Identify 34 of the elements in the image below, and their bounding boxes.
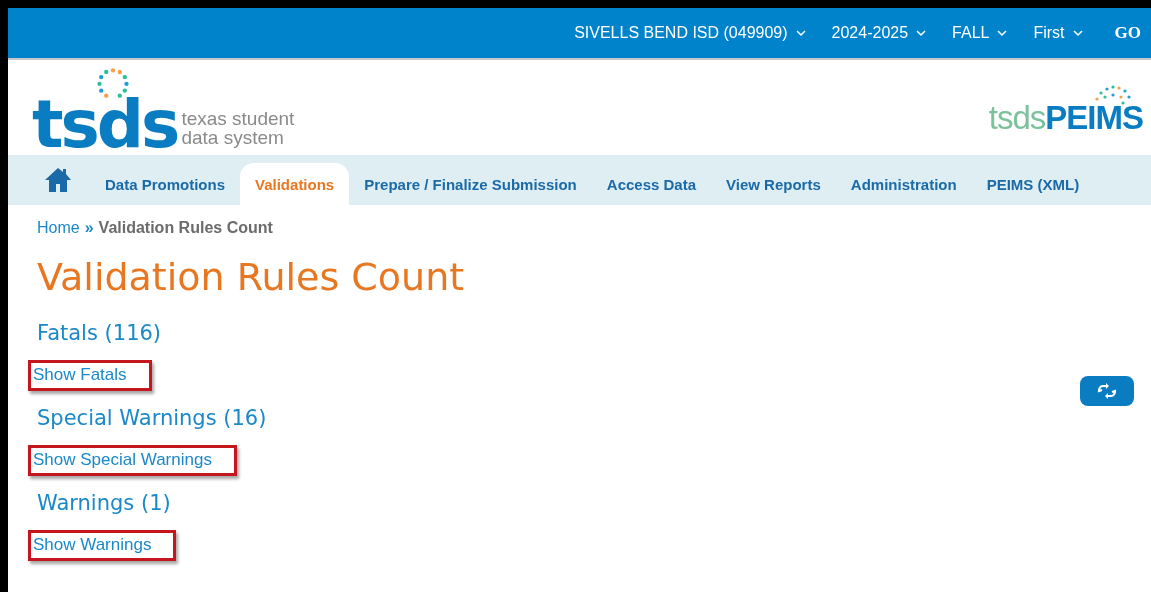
go-button[interactable]: GO <box>1108 23 1141 43</box>
product-logo-name: PEIMS <box>1045 98 1143 137</box>
section-heading: Special Warnings (16) <box>37 406 268 430</box>
nav-tab[interactable]: Data Promotions <box>90 163 240 205</box>
show-link[interactable]: Show Special Warnings <box>28 445 237 476</box>
show-link[interactable]: Show Warnings <box>28 530 177 561</box>
dropdown[interactable]: SIVELLS BEND ISD (049909) <box>574 24 806 42</box>
chevron-down-icon <box>997 29 1008 37</box>
nav-tab[interactable]: Prepare / Finalize Submission <box>349 163 592 205</box>
dropdown[interactable]: First <box>1033 24 1083 42</box>
product-logo-prefix: tsds <box>988 98 1046 137</box>
logo-tagline: texas student <box>181 108 295 128</box>
nav-tab[interactable]: Access Data <box>591 163 712 205</box>
breadcrumb-current: Validation Rules Count <box>98 219 273 237</box>
chevron-down-icon <box>1072 29 1083 37</box>
dropdown[interactable]: FALL <box>952 24 1008 42</box>
sync-icon <box>1097 383 1117 399</box>
logo-tagline: data system <box>181 127 285 147</box>
nav-tab[interactable]: View Reports <box>711 163 836 205</box>
dropdown[interactable]: 2024-2025 <box>831 24 927 42</box>
home-icon[interactable] <box>44 167 72 193</box>
breadcrumb-link[interactable]: Home <box>37 219 80 237</box>
show-link[interactable]: Show Fatals <box>28 360 152 391</box>
section-heading: Fatals (116) <box>37 321 163 345</box>
sync-button[interactable] <box>1080 376 1134 406</box>
section-heading: Warnings (1) <box>37 491 172 515</box>
nav-tab[interactable]: Validations <box>240 163 350 205</box>
page-title: Validation Rules Count <box>37 255 466 299</box>
nav-tab[interactable]: PEIMS (XML) <box>971 163 1095 205</box>
nav-tab[interactable]: Administration <box>835 163 972 205</box>
chevron-down-icon <box>795 29 806 37</box>
chevron-down-icon <box>916 29 927 37</box>
breadcrumb-separator: » <box>84 219 94 237</box>
dots-icon <box>96 66 130 99</box>
